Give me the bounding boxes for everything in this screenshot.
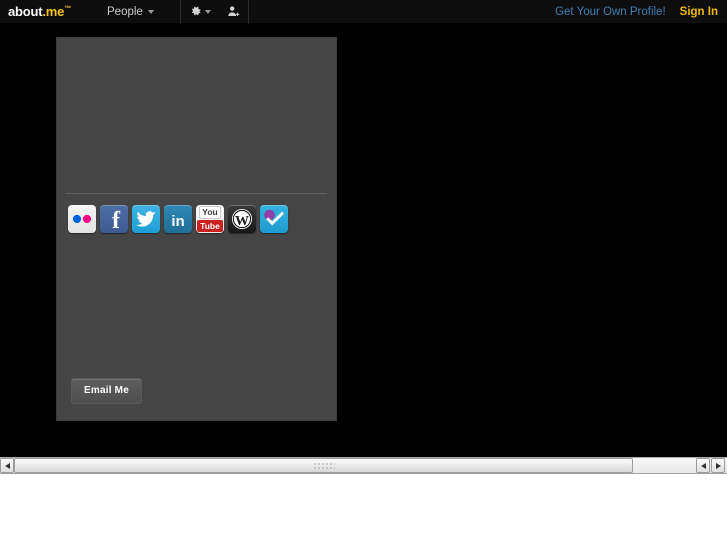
scroll-right-button[interactable] — [711, 458, 725, 473]
horizontal-scrollbar[interactable] — [0, 457, 727, 474]
arrow-left-icon — [700, 462, 706, 469]
social-link-facebook[interactable]: f — [100, 205, 128, 233]
arrow-right-icon — [715, 462, 721, 469]
arrow-left-icon — [4, 462, 10, 469]
email-button-wrap: Email Me — [57, 378, 336, 404]
flickr-icon — [70, 213, 94, 225]
profile-card: f in You Tube W Email Me — [57, 38, 336, 420]
chevron-down-icon — [204, 9, 211, 14]
social-link-twitter[interactable] — [132, 205, 160, 233]
gear-icon — [189, 5, 202, 18]
about-me-logo[interactable]: about.me™ — [8, 4, 71, 19]
twitter-icon — [136, 210, 156, 228]
svg-text:in: in — [171, 213, 184, 230]
social-link-foursquare[interactable] — [260, 205, 288, 233]
settings-menu-button[interactable] — [181, 0, 219, 24]
card-divider — [66, 193, 327, 194]
scroll-left-button[interactable] — [0, 458, 14, 473]
profile-card-header-area — [57, 38, 336, 193]
scrollbar-thumb[interactable] — [14, 458, 633, 473]
wordpress-icon: W — [231, 208, 253, 230]
social-link-flickr[interactable] — [68, 205, 96, 233]
profile-card-body-area — [57, 233, 336, 378]
people-menu[interactable]: People — [103, 0, 158, 24]
svg-text:f: f — [112, 208, 121, 233]
youtube-text-bottom: Tube — [197, 220, 223, 232]
email-me-button[interactable]: Email Me — [71, 378, 142, 404]
nav-separator-right — [247, 0, 249, 24]
logo-trademark: ™ — [64, 5, 72, 13]
social-link-youtube[interactable]: You Tube — [196, 205, 224, 233]
scrollbar-track[interactable] — [633, 458, 696, 473]
youtube-text-top: You — [199, 206, 221, 219]
get-your-own-profile-link[interactable]: Get Your Own Profile! — [555, 6, 666, 18]
linkedin-icon: in — [164, 205, 192, 233]
chevron-down-icon — [147, 9, 154, 14]
social-link-wordpress[interactable]: W — [228, 205, 256, 233]
logo-text-main: about — [8, 4, 43, 19]
account-links: Get Your Own Profile! Sign In — [555, 6, 727, 18]
add-person-icon — [227, 5, 240, 18]
social-link-linkedin[interactable]: in — [164, 205, 192, 233]
people-menu-label: People — [107, 5, 143, 18]
add-person-button[interactable] — [219, 0, 248, 24]
facebook-icon: f — [100, 205, 128, 233]
logo-text-accent: .me — [42, 4, 65, 19]
grip-dots-icon — [312, 461, 335, 470]
social-links-row: f in You Tube W — [57, 194, 336, 233]
page-background-below-scrollbar — [0, 474, 727, 545]
top-navigation-bar: about.me™ People Get Your Own Profile! S… — [0, 0, 727, 24]
scroll-left-button-secondary[interactable] — [696, 458, 710, 473]
tools-group — [181, 0, 248, 24]
scroll-buttons-right — [696, 458, 727, 473]
sign-in-link[interactable]: Sign In — [680, 6, 718, 18]
svg-text:W: W — [235, 214, 249, 229]
foursquare-icon — [262, 208, 286, 230]
youtube-icon: You Tube — [197, 206, 223, 232]
